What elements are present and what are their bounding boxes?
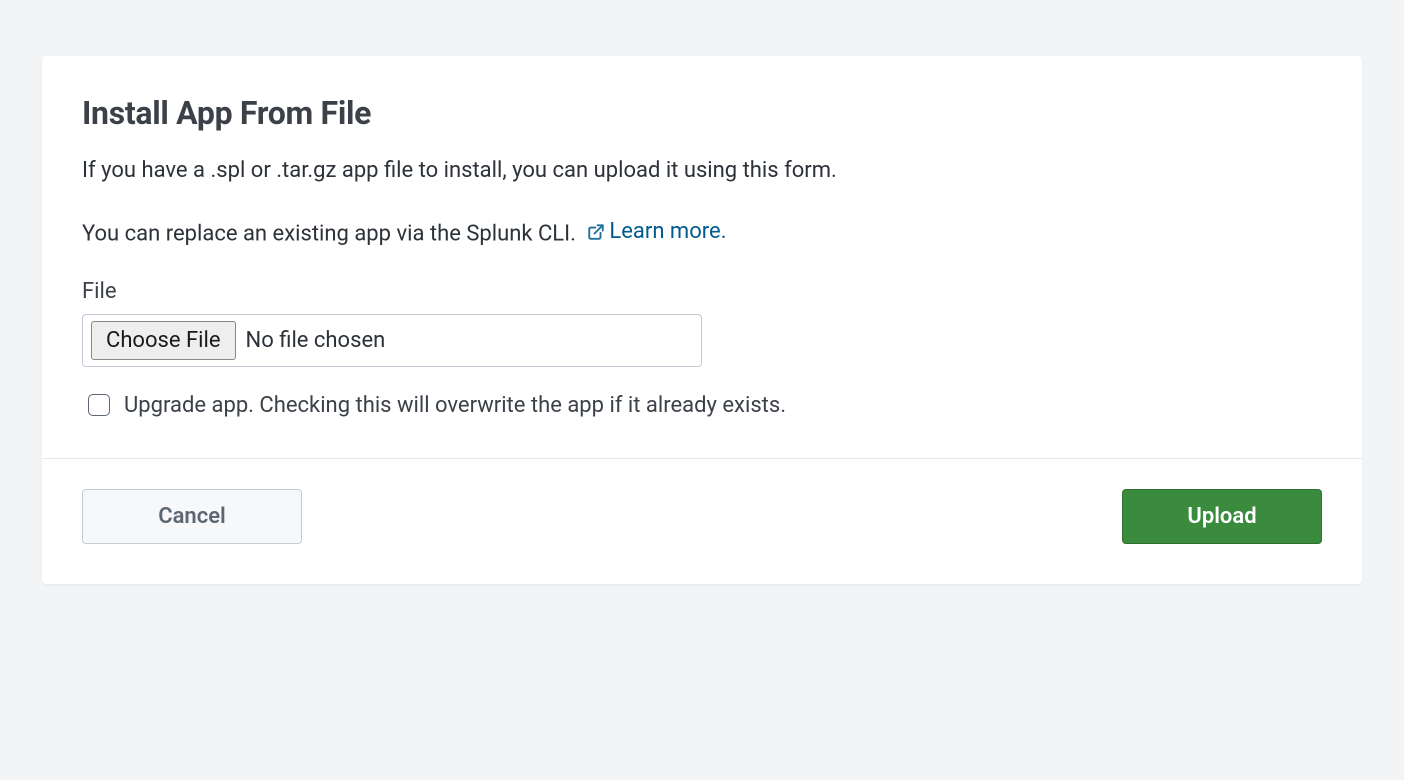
card-footer: Cancel Upload (42, 458, 1362, 584)
card-body: Install App From File If you have a .spl… (42, 56, 1362, 458)
choose-file-button[interactable]: Choose File (91, 321, 236, 360)
file-status-text: No file chosen (246, 328, 386, 353)
learn-more-link[interactable]: Learn more. (609, 215, 726, 248)
page-title: Install App From File (82, 94, 1322, 132)
cli-text: You can replace an existing app via the … (82, 215, 1322, 251)
cancel-button[interactable]: Cancel (82, 489, 302, 544)
upgrade-checkbox-label: Upgrade app. Checking this will overwrit… (124, 393, 786, 418)
file-label: File (82, 279, 1322, 304)
learn-more-wrapper: Learn more. (587, 215, 726, 248)
upgrade-checkbox[interactable] (88, 394, 110, 416)
upload-button[interactable]: Upload (1122, 489, 1322, 544)
install-app-card: Install App From File If you have a .spl… (42, 56, 1362, 584)
file-input[interactable]: Choose File No file chosen (82, 314, 702, 367)
description-text: If you have a .spl or .tar.gz app file t… (82, 154, 1322, 187)
cli-text-content: You can replace an existing app via the … (82, 222, 581, 247)
external-link-icon (587, 223, 605, 241)
upgrade-checkbox-row: Upgrade app. Checking this will overwrit… (82, 393, 1322, 418)
